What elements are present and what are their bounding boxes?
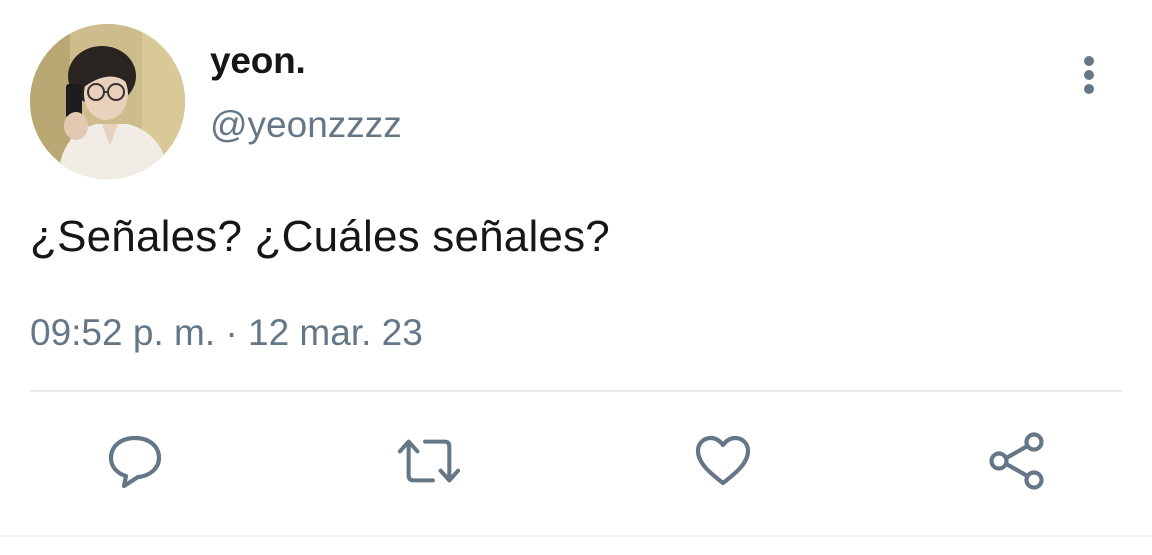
avatar-photo (30, 24, 185, 179)
tweet-card: yeon. @yeonzzzz ¿Señales? ¿Cuáles señale… (0, 0, 1152, 555)
tweet-time: 09:52 p. m. (30, 312, 216, 353)
share-icon (989, 432, 1044, 490)
tweet-timestamp[interactable]: 09:52 p. m. · 12 mar. 23 (30, 312, 423, 354)
share-button[interactable] (986, 430, 1048, 492)
avatar[interactable] (30, 24, 185, 179)
tweet-date: 12 mar. 23 (248, 312, 423, 353)
retweet-button[interactable] (398, 430, 460, 492)
heart-icon (695, 435, 751, 486)
reply-bubble-icon (108, 435, 162, 489)
divider (30, 390, 1122, 392)
user-handle[interactable]: @yeonzzzz (210, 104, 402, 146)
more-options-button[interactable] (1070, 52, 1108, 98)
display-name[interactable]: yeon. (210, 40, 306, 82)
timestamp-separator: · (225, 312, 238, 353)
tweet-text: ¿Señales? ¿Cuáles señales? (30, 212, 610, 261)
retweet-icon (398, 439, 460, 483)
more-vertical-icon (1084, 56, 1094, 66)
like-button[interactable] (692, 430, 754, 492)
reply-button[interactable] (104, 430, 166, 492)
bottom-divider (0, 535, 1152, 537)
